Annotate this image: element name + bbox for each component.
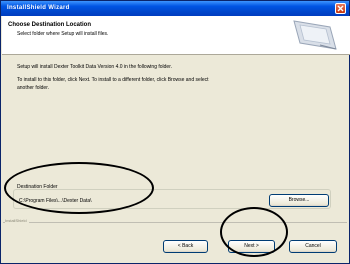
- page-subtitle: Select folder where Setup will install f…: [17, 31, 109, 37]
- computer-icon: [293, 20, 337, 50]
- annotation-ellipse-next: [220, 207, 288, 257]
- browse-button[interactable]: Browse...: [269, 194, 329, 207]
- close-icon: [337, 5, 344, 12]
- close-button[interactable]: [335, 3, 346, 14]
- window-title: InstallShield Wizard: [7, 5, 70, 11]
- title-bar[interactable]: InstallShield Wizard: [1, 1, 349, 16]
- footer-divider: [3, 222, 347, 223]
- cancel-button[interactable]: Cancel: [289, 240, 337, 253]
- instruction-text: To install to this folder, click Next. T…: [17, 77, 209, 83]
- wizard-header: Choose Destination Location Select folde…: [2, 16, 350, 55]
- instruction-text-2: another folder.: [17, 85, 49, 91]
- intro-text: Setup will install Dexter Toolkit Data V…: [17, 64, 172, 70]
- page-title: Choose Destination Location: [8, 22, 92, 28]
- back-button[interactable]: < Back: [163, 240, 208, 253]
- installshield-brand: InstallShield: [5, 218, 29, 223]
- annotation-ellipse-destination: [4, 162, 154, 214]
- installshield-window: InstallShield Wizard Choose Destination …: [0, 0, 350, 264]
